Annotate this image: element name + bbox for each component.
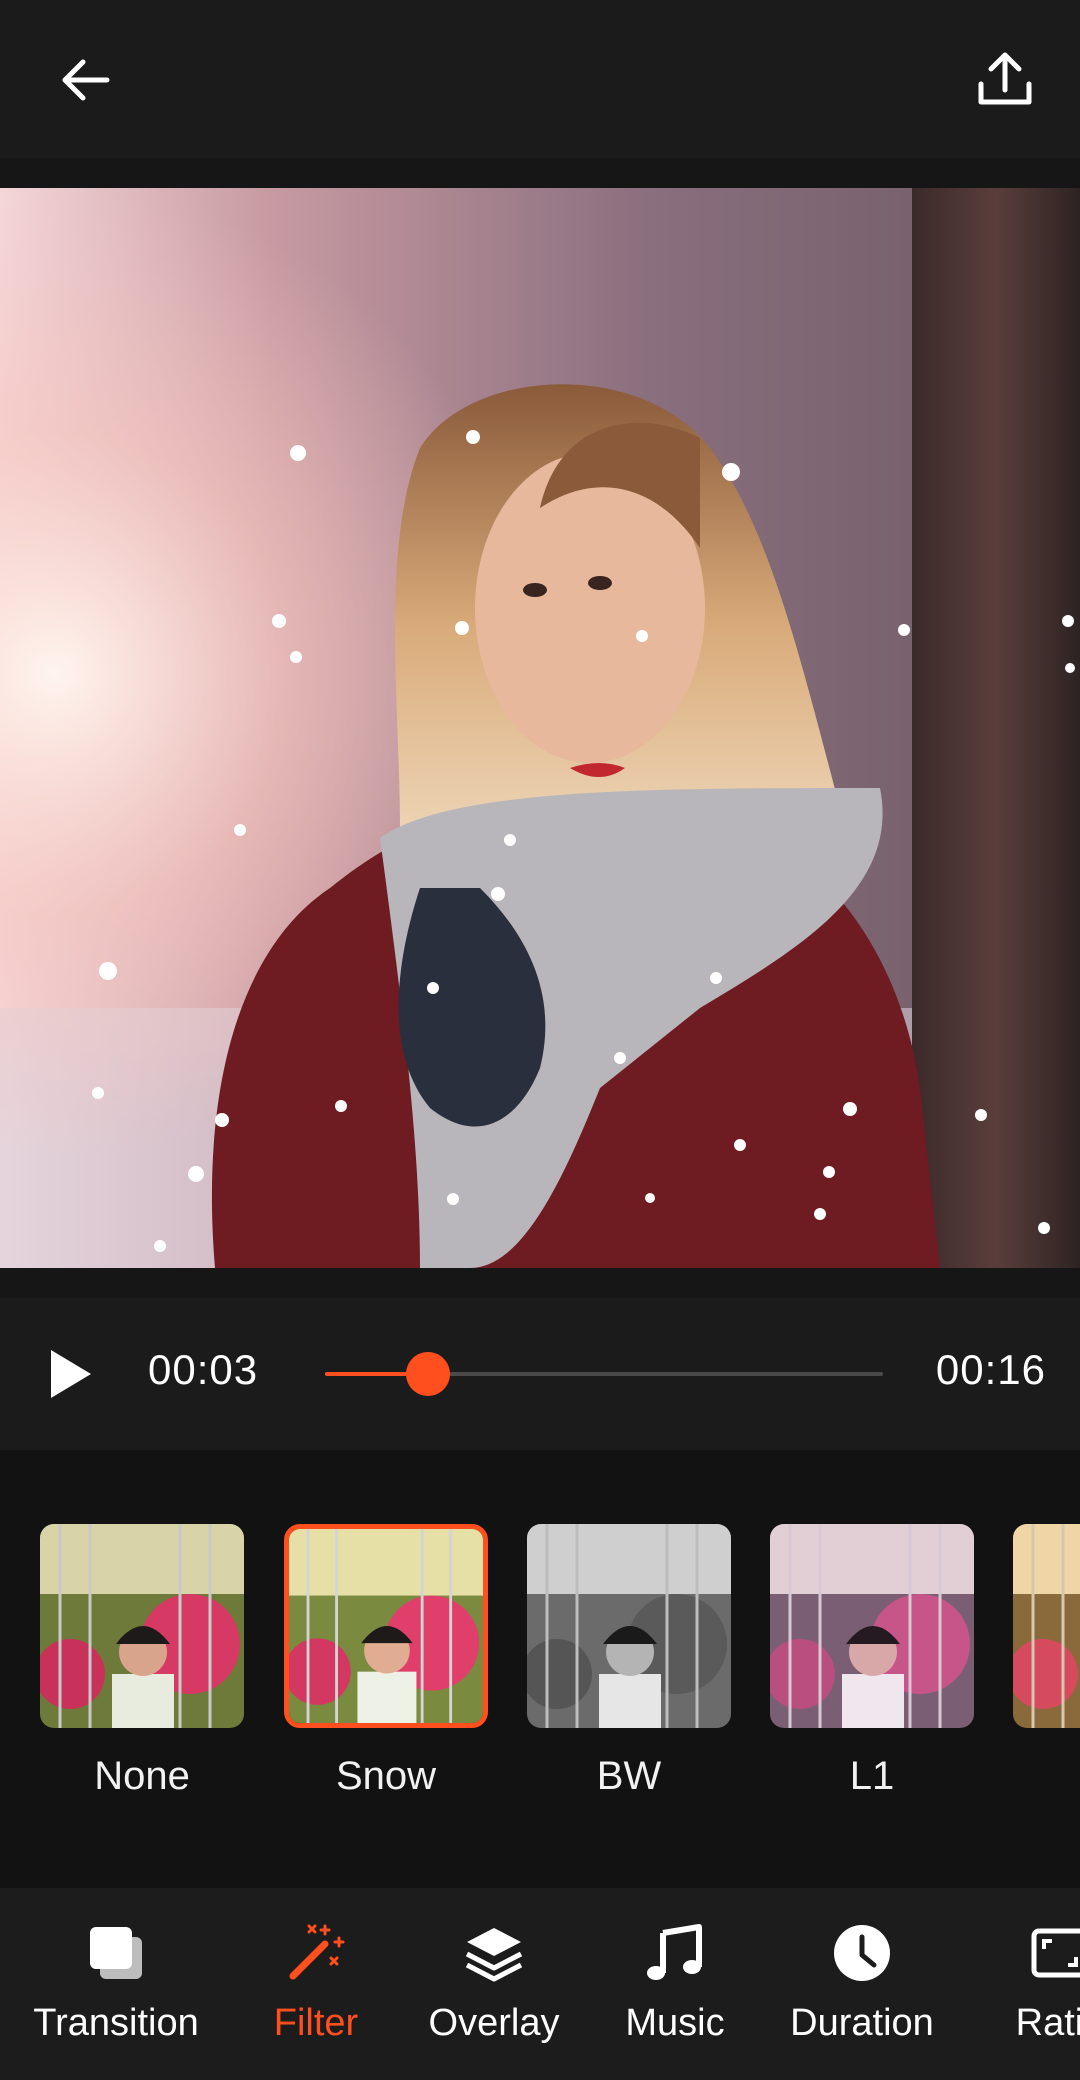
preview-photo bbox=[0, 188, 1080, 1268]
bottom-toolbar: Transition Filter Overlay Music Duration… bbox=[0, 1888, 1080, 2080]
video-preview bbox=[0, 158, 1080, 1298]
current-time: 00:03 bbox=[148, 1346, 259, 1393]
magic-wand-icon bbox=[289, 1924, 345, 1980]
tool-transition[interactable]: Transition bbox=[24, 1888, 208, 2080]
filter-item-l1[interactable]: L1 bbox=[770, 1524, 974, 1799]
filter-label: L1 bbox=[849, 1754, 895, 1798]
tool-music[interactable]: Music bbox=[612, 1888, 738, 2080]
play-icon bbox=[51, 1350, 91, 1398]
arrow-left-icon bbox=[62, 59, 110, 101]
music-note-icon bbox=[647, 1924, 702, 1980]
filter-thumbnail bbox=[1013, 1524, 1080, 1728]
filter-strip: None Snow BW L1 bbox=[0, 1450, 1080, 1888]
tool-label: Overlay bbox=[428, 2002, 560, 2044]
filter-thumbnail bbox=[40, 1524, 244, 1728]
stack-icon bbox=[465, 1928, 523, 1982]
tool-label: Duration bbox=[790, 2002, 934, 2044]
layers-square-icon bbox=[90, 1927, 142, 1979]
tool-filter[interactable]: Filter bbox=[254, 1888, 378, 2080]
tool-label: Music bbox=[625, 2002, 725, 2044]
filter-item-snow[interactable]: Snow bbox=[284, 1524, 488, 1799]
filter-item-none[interactable]: None bbox=[40, 1524, 244, 1799]
clock-icon bbox=[834, 1925, 890, 1981]
tool-ratio[interactable]: Ratio bbox=[1000, 1888, 1080, 2080]
filter-label: Snow bbox=[335, 1754, 437, 1798]
aspect-ratio-icon bbox=[1031, 1928, 1080, 1978]
playback-bar: 00:03 00:16 bbox=[0, 1298, 1080, 1450]
play-button[interactable] bbox=[30, 1326, 110, 1422]
seek-thumb[interactable] bbox=[406, 1352, 451, 1396]
filter-thumbnail bbox=[770, 1524, 974, 1728]
tool-overlay[interactable]: Overlay bbox=[424, 1888, 564, 2080]
total-time: 00:16 bbox=[935, 1346, 1046, 1393]
filter-label: None bbox=[94, 1754, 190, 1798]
tool-label: Transition bbox=[33, 2002, 199, 2044]
export-button[interactable] bbox=[960, 35, 1050, 125]
seek-bar[interactable] bbox=[325, 1352, 883, 1396]
top-bar bbox=[0, 0, 1080, 158]
tool-label: Filter bbox=[273, 2002, 359, 2044]
filter-label: BW bbox=[596, 1754, 662, 1798]
filter-item-more[interactable] bbox=[1013, 1524, 1080, 1754]
filter-item-bw[interactable]: BW bbox=[527, 1524, 731, 1799]
filter-thumbnail-selected bbox=[284, 1524, 488, 1728]
filter-thumbnail bbox=[527, 1524, 731, 1728]
tool-duration[interactable]: Duration bbox=[788, 1888, 936, 2080]
back-button[interactable] bbox=[40, 35, 130, 125]
tool-label: Ratio bbox=[1015, 2002, 1080, 2044]
upload-icon bbox=[978, 52, 1032, 105]
